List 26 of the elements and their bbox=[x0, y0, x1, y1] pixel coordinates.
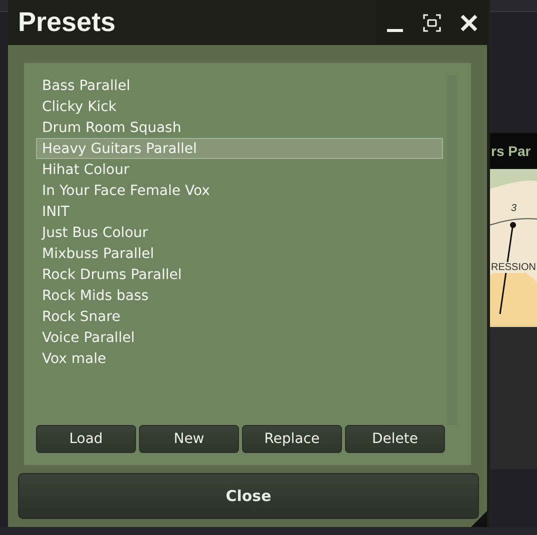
preset-item[interactable]: Rock Snare bbox=[36, 306, 443, 327]
preset-item[interactable]: Voice Parallel bbox=[36, 327, 443, 348]
window-title: Presets bbox=[17, 7, 117, 38]
action-button[interactable]: New bbox=[139, 425, 239, 453]
preset-item[interactable]: Just Bus Colour bbox=[36, 222, 443, 243]
preset-item[interactable]: Rock Mids bass bbox=[36, 285, 443, 306]
preset-item[interactable]: Mixbuss Parallel bbox=[36, 243, 443, 264]
preset-item[interactable]: In Your Face Female Vox bbox=[36, 180, 443, 201]
plugin-title: rs Par bbox=[491, 143, 531, 159]
preset-item[interactable]: Rock Drums Parallel bbox=[36, 264, 443, 285]
action-button[interactable]: Delete bbox=[345, 425, 445, 453]
preset-item[interactable]: Drum Room Squash bbox=[36, 117, 443, 138]
preset-item[interactable]: Heavy Guitars Parallel bbox=[36, 138, 443, 159]
preset-item[interactable]: INIT bbox=[36, 201, 443, 222]
maximize-icon bbox=[422, 12, 442, 32]
meter-label: RESSION bbox=[491, 262, 536, 273]
preset-item[interactable]: Hihat Colour bbox=[36, 159, 443, 180]
preset-item[interactable]: Vox male bbox=[36, 348, 443, 369]
preset-item[interactable]: Bass Parallel bbox=[36, 75, 443, 96]
close-icon bbox=[458, 12, 478, 32]
meter-tick-label: 3 bbox=[510, 203, 518, 214]
preset-item[interactable]: Clicky Kick bbox=[36, 96, 443, 117]
action-button[interactable]: Load bbox=[36, 425, 136, 453]
close-button[interactable]: Close bbox=[18, 473, 479, 519]
action-button[interactable]: Replace bbox=[242, 425, 342, 453]
minimize-icon bbox=[386, 29, 402, 32]
